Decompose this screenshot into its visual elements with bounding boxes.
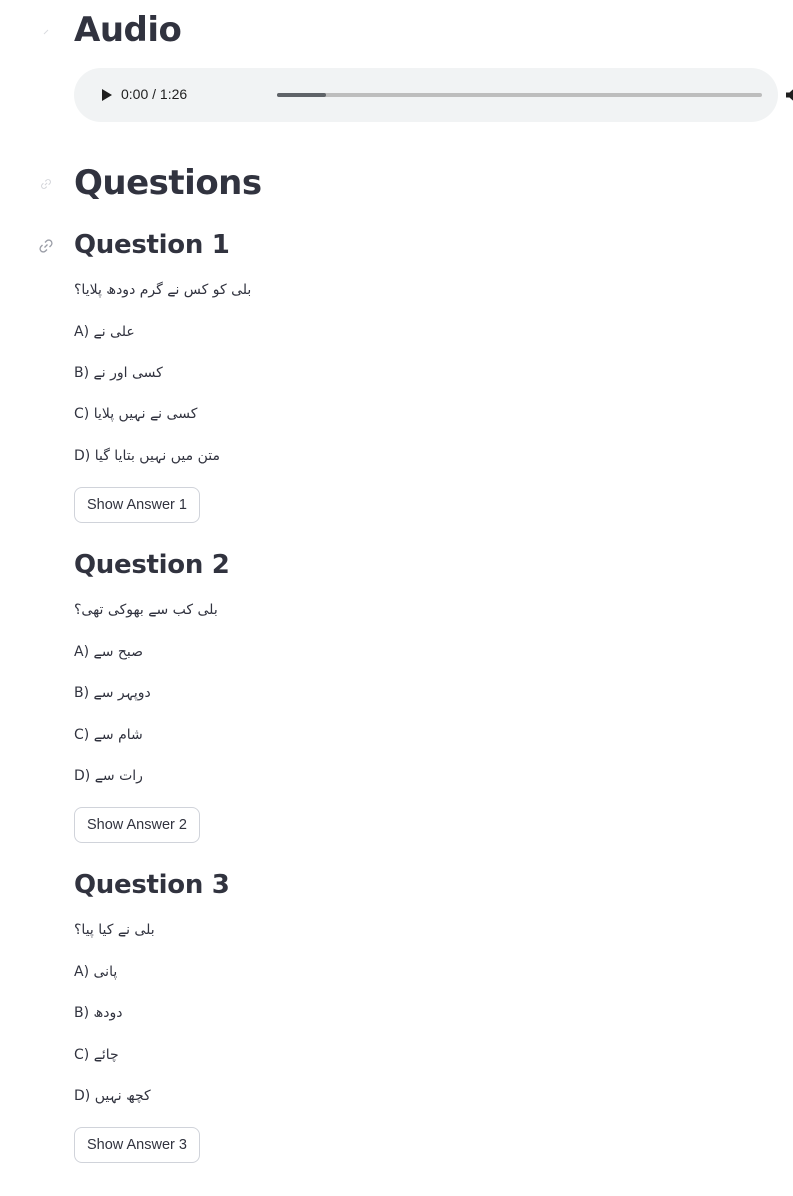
show-answer-1-button[interactable]: Show Answer 1 xyxy=(74,487,200,523)
question-1-option-d: D) متن میں نہیں بتایا گیا xyxy=(74,448,220,464)
question-3-option-d: D) کچھ نہیں xyxy=(74,1088,151,1104)
questions-heading-link-icon[interactable] xyxy=(38,176,54,192)
question-1-option-c: C) کسی نے نہیں پلایا xyxy=(74,406,198,422)
question-3-title: Question 3 xyxy=(74,870,230,900)
question-2-prompt: بلی کب سے بھوکی تھی؟ xyxy=(74,602,218,618)
question-3-prompt: بلی نے کیا پیا؟ xyxy=(74,922,155,938)
question-3-option-b: B) دودھ xyxy=(74,1005,123,1021)
question-3-option-c: C) چائے xyxy=(74,1047,119,1063)
show-answer-2-button[interactable]: Show Answer 2 xyxy=(74,807,200,843)
question-1-prompt: بلی کو کس نے گرم دودھ پلایا؟ xyxy=(74,282,252,298)
question-2-option-b: B) دوپہر سے xyxy=(74,685,151,701)
question-1-option-a: A) علی نے xyxy=(74,324,135,340)
question-1-option-b: B) کسی اور نے xyxy=(74,365,163,381)
play-icon[interactable] xyxy=(96,85,116,105)
audio-seek-bar[interactable] xyxy=(277,93,762,97)
question-2-title: Question 2 xyxy=(74,550,230,580)
show-answer-3-button[interactable]: Show Answer 3 xyxy=(74,1127,200,1163)
question-2-option-d: D) رات سے xyxy=(74,768,143,784)
questions-heading: Questions xyxy=(74,163,262,203)
question-2-option-a: A) صبح سے xyxy=(74,644,144,660)
audio-heading-link-icon[interactable] xyxy=(38,24,54,40)
volume-icon[interactable] xyxy=(783,85,793,105)
audio-buffered-bar xyxy=(277,93,326,97)
audio-player[interactable]: 0:00 / 1:26 xyxy=(74,68,793,122)
question-1-link-icon[interactable] xyxy=(38,238,54,254)
audio-heading: Audio xyxy=(74,10,182,50)
question-2-option-c: C) شام سے xyxy=(74,727,143,743)
question-3-option-a: A) پانی xyxy=(74,964,118,980)
question-1-title: Question 1 xyxy=(74,230,230,260)
audio-time-display: 0:00 / 1:26 xyxy=(121,86,188,102)
